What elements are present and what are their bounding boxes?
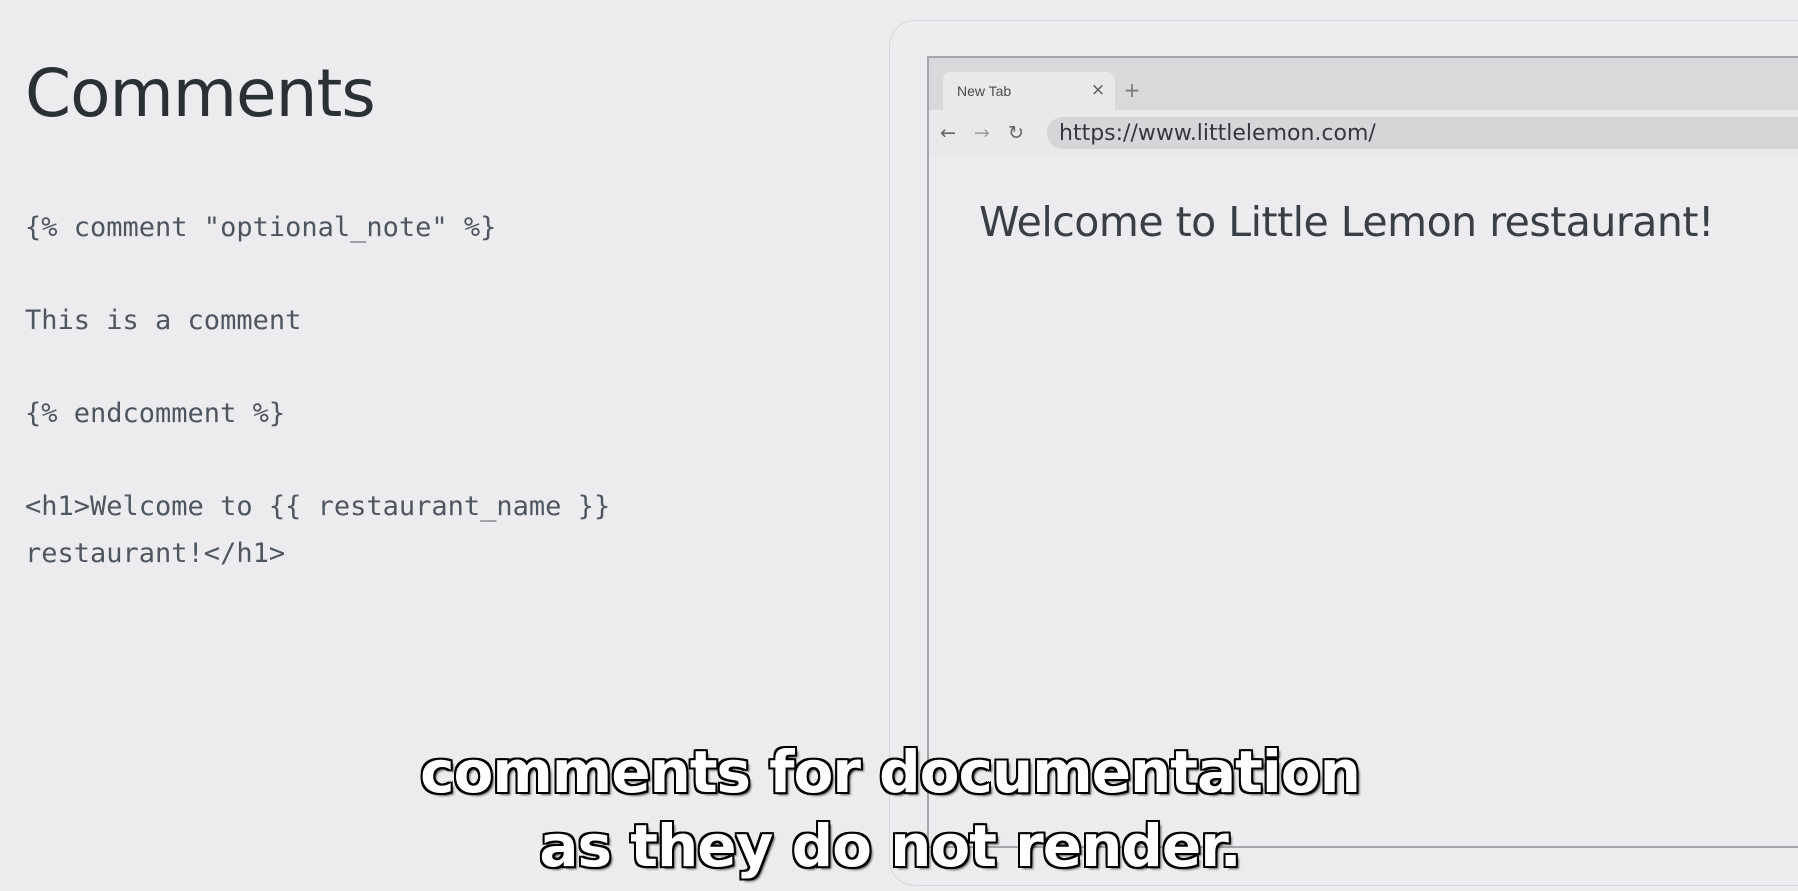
browser-window: New Tab × + ← → ↻ https://www.littlelemo… xyxy=(927,56,1798,848)
code-line-h1-open: <h1>Welcome to {{ restaurant_name }} xyxy=(25,491,611,522)
reload-icon[interactable]: ↻ xyxy=(1003,120,1029,146)
tab-label: New Tab xyxy=(957,83,1012,99)
slide-title: Comments xyxy=(25,55,376,132)
tab-bar: New Tab × + xyxy=(929,58,1798,110)
caption-line-1: comments for documentation xyxy=(420,738,1361,806)
back-arrow-icon[interactable]: ← xyxy=(935,120,961,146)
code-line-comment-body: This is a comment xyxy=(25,305,302,336)
code-line-comment-open: {% comment "optional_note" %} xyxy=(25,212,497,243)
tab-new-tab[interactable]: New Tab × xyxy=(943,72,1115,110)
url-text: https://www.littlelemon.com/ xyxy=(1059,121,1376,146)
caption-line-2: as they do not render. xyxy=(539,812,1241,880)
close-icon[interactable]: × xyxy=(1087,79,1109,101)
code-line-comment-close: {% endcomment %} xyxy=(25,398,286,429)
forward-arrow-icon[interactable]: → xyxy=(969,120,995,146)
subtitle-caption: comments for documentation as they do no… xyxy=(0,735,1780,883)
slide: Comments {% comment "optional_note" %} T… xyxy=(0,0,1798,891)
address-bar[interactable]: https://www.littlelemon.com/ xyxy=(1047,117,1798,149)
code-line-h1-close: restaurant!</h1> xyxy=(25,538,286,569)
page-heading: Welcome to Little Lemon restaurant! xyxy=(979,198,1714,246)
navigation-bar: ← → ↻ https://www.littlelemon.com/ xyxy=(929,110,1798,156)
plus-icon[interactable]: + xyxy=(1119,77,1145,103)
